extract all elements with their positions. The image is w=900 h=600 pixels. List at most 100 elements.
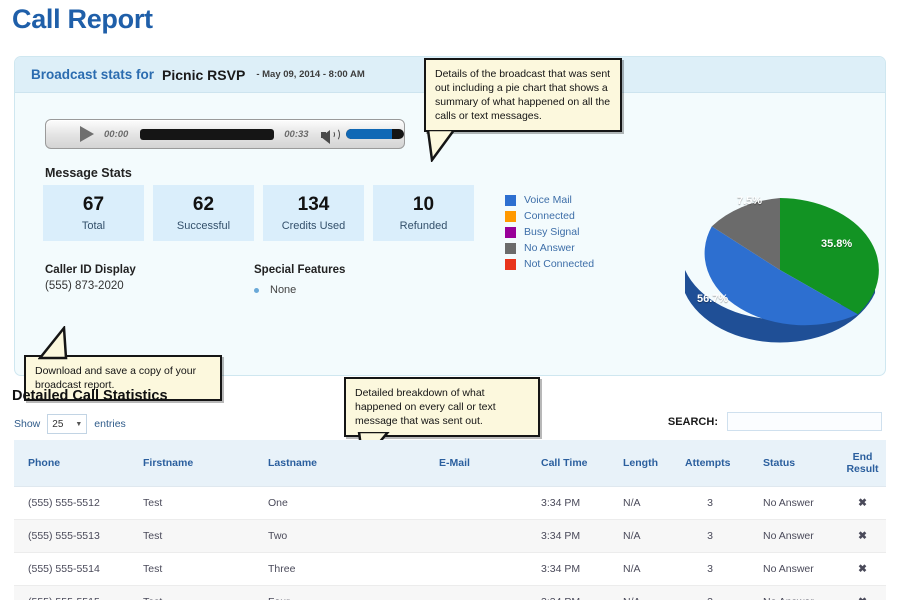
stat-box-credits-used: 134 Credits Used bbox=[263, 185, 364, 241]
stat-value: 10 bbox=[412, 193, 435, 215]
column-header-attempts[interactable]: Attempts bbox=[671, 440, 749, 487]
cell-length: N/A bbox=[609, 519, 671, 553]
callout-broadcast-tail bbox=[426, 130, 456, 162]
legend-swatch-icon bbox=[505, 258, 516, 270]
pie-chart-legend: Voice Mail Connected Busy Signal No Answ… bbox=[505, 192, 594, 272]
cell-firstname: Test bbox=[129, 585, 254, 600]
cell-end-result-icon: ✖ bbox=[839, 585, 886, 600]
cell-phone: (555) 555-5513 bbox=[14, 519, 129, 553]
cell-call-time: 3:34 PM bbox=[527, 552, 609, 586]
callout-table: Detailed breakdown of what happened on e… bbox=[344, 377, 540, 438]
table-body: (555) 555-5512 Test One 3:34 PM N/A 3 No… bbox=[14, 486, 886, 600]
audio-progress-track[interactable] bbox=[140, 128, 275, 140]
column-header-end-result[interactable]: End Result bbox=[839, 440, 886, 487]
column-header-lastname[interactable]: Lastname bbox=[254, 440, 382, 487]
cell-length: N/A bbox=[609, 585, 671, 600]
cell-lastname: Three bbox=[254, 552, 382, 586]
search-input[interactable] bbox=[727, 412, 882, 431]
column-header-call-time[interactable]: Call Time bbox=[527, 440, 609, 487]
stat-label: Refunded bbox=[399, 219, 448, 232]
stat-label: Credits Used bbox=[281, 219, 346, 232]
cell-attempts: 3 bbox=[671, 585, 749, 600]
cell-email bbox=[382, 585, 527, 600]
broadcast-name: Picnic RSVP bbox=[162, 66, 246, 83]
cell-length: N/A bbox=[609, 552, 671, 586]
stat-label: Total bbox=[81, 219, 106, 232]
cell-lastname: One bbox=[254, 486, 382, 520]
legend-item-no-answer: No Answer bbox=[505, 240, 594, 256]
legend-item-connected: Connected bbox=[505, 208, 594, 224]
stat-box-total: 67 Total bbox=[43, 185, 144, 241]
column-header-phone[interactable]: Phone bbox=[14, 440, 129, 487]
broadcast-stats-label: Broadcast stats for bbox=[31, 67, 155, 82]
cell-status: No Answer bbox=[749, 552, 839, 586]
legend-label: Connected bbox=[524, 210, 575, 222]
legend-swatch-icon bbox=[505, 194, 516, 206]
column-header-firstname[interactable]: Firstname bbox=[129, 440, 254, 487]
call-report-page: Call Report Broadcast stats for Picnic R… bbox=[0, 0, 900, 600]
cell-call-time: 3:34 PM bbox=[527, 585, 609, 600]
special-features-item: None bbox=[254, 284, 296, 296]
legend-swatch-icon bbox=[505, 226, 516, 238]
pie-label-no-answer: 7.5% bbox=[737, 195, 763, 207]
search-control: SEARCH: bbox=[668, 412, 882, 431]
legend-swatch-icon bbox=[505, 210, 516, 222]
cell-phone: (555) 555-5512 bbox=[14, 486, 129, 520]
legend-label: No Answer bbox=[524, 242, 575, 254]
cell-lastname: Four bbox=[254, 585, 382, 600]
table-row[interactable]: (555) 555-5514 Test Three 3:34 PM N/A 3 … bbox=[14, 552, 886, 586]
cell-status: No Answer bbox=[749, 519, 839, 553]
legend-item-voice-mail: Voice Mail bbox=[505, 192, 594, 208]
column-header-email[interactable]: E-Mail bbox=[382, 440, 527, 487]
audio-player[interactable]: 00:00 00:33 bbox=[45, 119, 405, 149]
table-row[interactable]: (555) 555-5513 Test Two 3:34 PM N/A 3 No… bbox=[14, 519, 886, 553]
pie-label-connected: 35.8% bbox=[821, 238, 853, 250]
cell-phone: (555) 555-5515 bbox=[14, 585, 129, 600]
column-header-status[interactable]: Status bbox=[749, 440, 839, 487]
legend-item-busy-signal: Busy Signal bbox=[505, 224, 594, 240]
pie-chart-svg bbox=[685, 198, 879, 343]
stat-value: 62 bbox=[192, 193, 215, 215]
show-entries-prefix: Show bbox=[14, 418, 41, 430]
volume-slider[interactable] bbox=[346, 129, 404, 139]
entries-per-page-select[interactable]: 25 ▼ bbox=[47, 414, 88, 434]
pie-chart: 35.8% 56.7% 7.5% bbox=[675, 175, 885, 365]
cell-firstname: Test bbox=[129, 519, 254, 553]
cell-end-result-icon: ✖ bbox=[839, 552, 886, 586]
cell-email bbox=[382, 519, 527, 553]
cell-status: No Answer bbox=[749, 486, 839, 520]
cell-status: No Answer bbox=[749, 585, 839, 600]
legend-swatch-icon bbox=[505, 242, 516, 254]
callout-broadcast: Details of the broadcast that was sent o… bbox=[424, 58, 622, 133]
cell-lastname: Two bbox=[254, 519, 382, 553]
message-stats-title: Message Stats bbox=[45, 166, 132, 180]
callout-download-tail bbox=[38, 326, 68, 360]
cell-call-time: 3:34 PM bbox=[527, 519, 609, 553]
cell-call-time: 3:34 PM bbox=[527, 486, 609, 520]
cell-firstname: Test bbox=[129, 486, 254, 520]
chevron-down-icon: ▼ bbox=[75, 420, 83, 428]
table-header-row: Phone Firstname Lastname E-Mail Call Tim… bbox=[14, 440, 886, 487]
caller-id-title: Caller ID Display bbox=[45, 264, 136, 276]
cell-end-result-icon: ✖ bbox=[839, 519, 886, 553]
column-header-length[interactable]: Length bbox=[609, 440, 671, 487]
cell-email bbox=[382, 486, 527, 520]
search-label: SEARCH: bbox=[667, 415, 718, 428]
stat-value: 67 bbox=[82, 193, 105, 215]
caller-id-value: (555) 873-2020 bbox=[45, 280, 124, 292]
legend-item-not-connected: Not Connected bbox=[505, 256, 594, 272]
broadcast-date: - May 09, 2014 - 8:00 AM bbox=[256, 69, 365, 80]
audio-total-time: 00:33 bbox=[284, 128, 309, 140]
audio-current-time: 00:00 bbox=[104, 128, 129, 140]
table-header: Phone Firstname Lastname E-Mail Call Tim… bbox=[14, 440, 886, 487]
cell-end-result-icon: ✖ bbox=[839, 486, 886, 520]
legend-label: Not Connected bbox=[524, 258, 595, 270]
detailed-call-statistics-title: Detailed Call Statistics bbox=[12, 388, 168, 404]
play-icon[interactable] bbox=[80, 126, 94, 142]
cell-attempts: 3 bbox=[671, 552, 749, 586]
table-row[interactable]: (555) 555-5515 Test Four 3:34 PM N/A 3 N… bbox=[14, 585, 886, 600]
cell-length: N/A bbox=[609, 486, 671, 520]
cell-firstname: Test bbox=[129, 552, 254, 586]
table-row[interactable]: (555) 555-5512 Test One 3:34 PM N/A 3 No… bbox=[14, 486, 886, 520]
speaker-icon[interactable] bbox=[320, 127, 340, 144]
